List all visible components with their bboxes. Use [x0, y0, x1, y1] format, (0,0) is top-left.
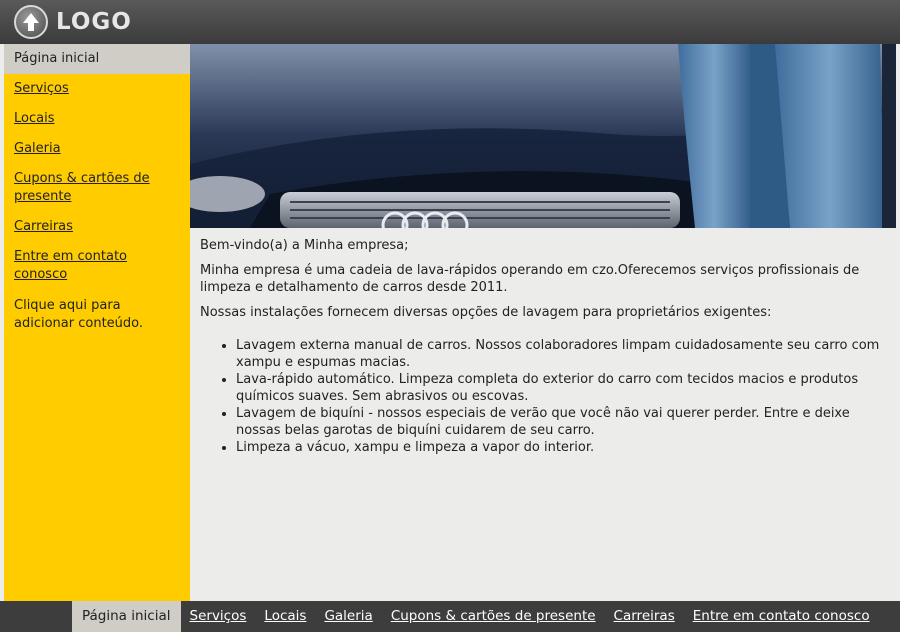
top-bar: LOGO — [0, 0, 900, 44]
footer-item-services[interactable]: Serviços — [181, 601, 256, 632]
up-arrow-circle-icon[interactable] — [14, 5, 48, 39]
list-item: Lavagem de biquíni - nossos especiais de… — [236, 405, 890, 439]
add-content-placeholder[interactable]: Clique aqui para adicionar conteúdo. — [4, 297, 190, 333]
hero-car-image — [190, 44, 896, 228]
sidebar-item-locations[interactable]: Locais — [4, 110, 190, 128]
list-item: Lavagem externa manual de carros. Nossos… — [236, 337, 890, 371]
list-item: Lava-rápido automático. Limpeza completa… — [236, 371, 890, 405]
content-body: Bem-vindo(a) a Minha empresa; Minha empr… — [190, 228, 900, 456]
sidebar-item-careers[interactable]: Carreiras — [4, 218, 190, 236]
footer-item-gallery[interactable]: Galeria — [315, 601, 381, 632]
logo-text[interactable]: LOGO — [56, 9, 132, 35]
footer-item-home[interactable]: Página inicial — [72, 601, 181, 632]
footer-item-locations[interactable]: Locais — [255, 601, 315, 632]
welcome-text: Bem-vindo(a) a Minha empresa; — [200, 238, 409, 253]
sidebar-item-home[interactable]: Página inicial — [4, 44, 190, 74]
sidebar-item-coupons[interactable]: Cupons & cartões de presente — [4, 170, 190, 206]
options-intro-text: Nossas instalações fornecem diversas opç… — [200, 305, 772, 320]
footer-item-coupons[interactable]: Cupons & cartões de presente — [382, 601, 605, 632]
sidebar-item-gallery[interactable]: Galeria — [4, 140, 190, 158]
intro-text: Minha empresa é uma cadeia de lava-rápid… — [200, 263, 860, 295]
footer-item-careers[interactable]: Carreiras — [605, 601, 684, 632]
services-list: Lavagem externa manual de carros. Nossos… — [200, 337, 890, 456]
sidebar-item-services[interactable]: Serviços — [4, 80, 190, 98]
footer-item-contact[interactable]: Entre em contato conosco — [684, 601, 879, 632]
footer-nav: Página inicial Serviços Locais Galeria C… — [0, 601, 900, 632]
sidebar-nav: Página inicial Serviços Locais Galeria C… — [4, 44, 190, 601]
main-content: Bem-vindo(a) a Minha empresa; Minha empr… — [190, 44, 900, 601]
list-item: Limpeza a vácuo, xampu e limpeza a vapor… — [236, 439, 890, 456]
sidebar-item-contact[interactable]: Entre em contato conosco — [4, 248, 190, 284]
